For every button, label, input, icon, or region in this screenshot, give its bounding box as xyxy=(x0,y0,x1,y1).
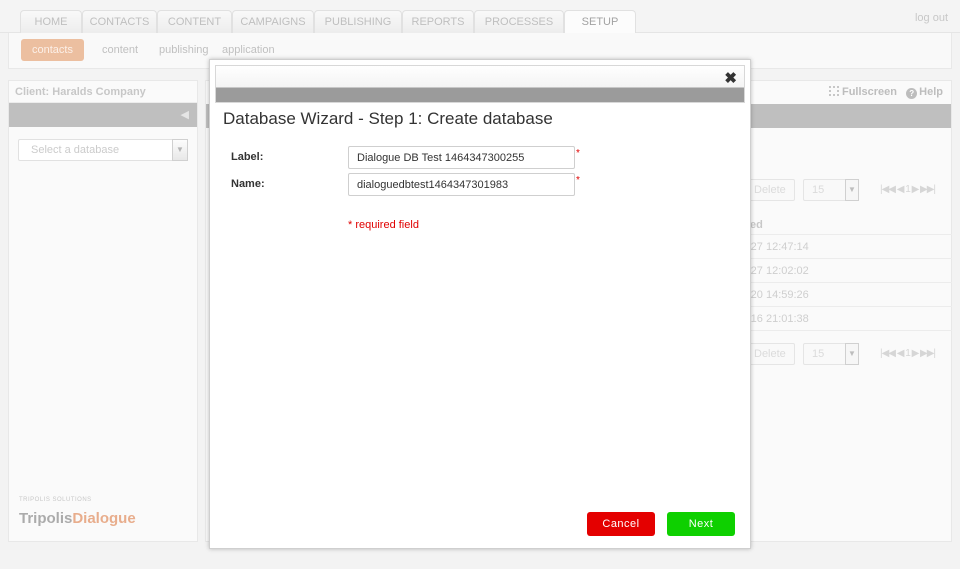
close-icon[interactable]: ✖ xyxy=(724,71,737,87)
database-wizard-dialog: ✖ Database Wizard - Step 1: Create datab… xyxy=(209,59,751,549)
dialog-title: Database Wizard - Step 1: Create databas… xyxy=(223,109,553,128)
required-marker: * xyxy=(576,148,580,159)
label-input[interactable] xyxy=(348,146,575,169)
required-marker: * xyxy=(576,175,580,186)
label-field-label: Label: xyxy=(231,151,264,163)
cancel-button[interactable]: Cancel xyxy=(587,512,655,536)
name-field-label: Name: xyxy=(231,178,265,190)
next-button[interactable]: Next xyxy=(667,512,735,536)
dialog-header: ✖ xyxy=(215,65,745,103)
required-field-note: * required field xyxy=(348,219,419,231)
name-input[interactable] xyxy=(348,173,575,196)
